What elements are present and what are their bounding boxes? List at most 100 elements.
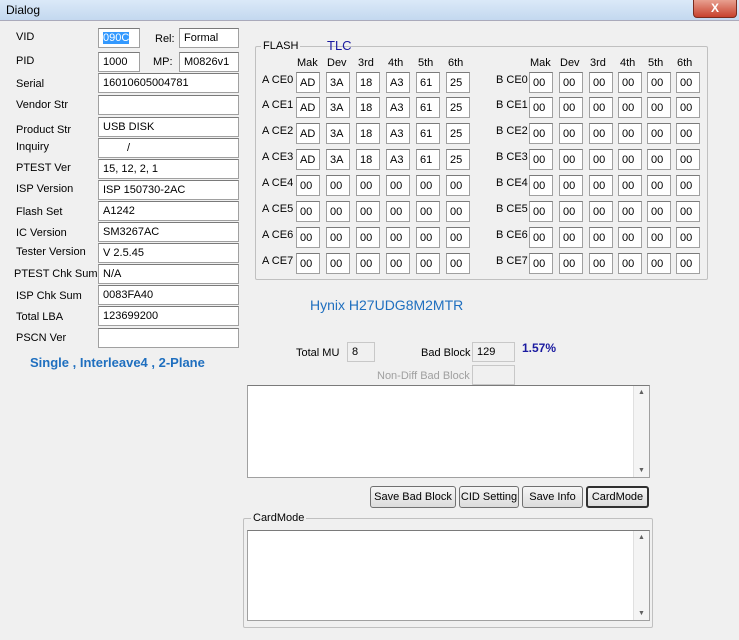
a-id-cell[interactable]: 00 (386, 253, 410, 274)
a-id-cell[interactable]: 00 (416, 201, 440, 222)
vendor-str-field[interactable] (98, 95, 239, 115)
b-id-cell[interactable]: 00 (589, 227, 613, 248)
b-id-cell[interactable]: 00 (589, 253, 613, 274)
scroll-down-icon[interactable]: ▼ (638, 610, 645, 617)
b-id-cell[interactable]: 00 (529, 123, 553, 144)
a-id-cell[interactable]: 00 (386, 201, 410, 222)
b-id-cell[interactable]: 00 (647, 123, 671, 144)
cardmode-textarea[interactable]: ▲ ▼ (247, 530, 650, 621)
b-id-cell[interactable]: 00 (529, 97, 553, 118)
a-id-cell[interactable]: AD (296, 123, 320, 144)
rel-field[interactable]: Formal (179, 28, 239, 48)
b-id-cell[interactable]: 00 (559, 253, 583, 274)
b-id-cell[interactable]: 00 (529, 201, 553, 222)
b-id-cell[interactable]: 00 (589, 72, 613, 93)
b-id-cell[interactable]: 00 (676, 227, 700, 248)
a-id-cell[interactable]: 00 (446, 175, 470, 196)
b-id-cell[interactable]: 00 (559, 123, 583, 144)
a-id-cell[interactable]: 61 (416, 97, 440, 118)
a-id-cell[interactable]: 18 (356, 72, 380, 93)
a-id-cell[interactable]: 00 (446, 253, 470, 274)
b-id-cell[interactable]: 00 (559, 149, 583, 170)
scroll-down-icon[interactable]: ▼ (638, 467, 645, 474)
a-id-cell[interactable]: 18 (356, 149, 380, 170)
b-id-cell[interactable]: 00 (559, 175, 583, 196)
a-id-cell[interactable]: 00 (326, 253, 350, 274)
a-id-cell[interactable]: 00 (326, 175, 350, 196)
isp-chk-sum-field[interactable]: 0083FA40 (98, 285, 239, 305)
a-id-cell[interactable]: A3 (386, 97, 410, 118)
a-id-cell[interactable]: 18 (356, 97, 380, 118)
b-id-cell[interactable]: 00 (618, 97, 642, 118)
a-id-cell[interactable]: 3A (326, 72, 350, 93)
tester-version-field[interactable]: V 2.5.45 (98, 243, 239, 263)
a-id-cell[interactable]: 18 (356, 123, 380, 144)
a-id-cell[interactable]: 61 (416, 149, 440, 170)
b-id-cell[interactable]: 00 (676, 97, 700, 118)
b-id-cell[interactable]: 00 (529, 72, 553, 93)
a-id-cell[interactable]: 25 (446, 149, 470, 170)
b-id-cell[interactable]: 00 (618, 123, 642, 144)
b-id-cell[interactable]: 00 (529, 227, 553, 248)
cid-setting-button[interactable]: CID Setting (459, 486, 519, 508)
pscn-ver-field[interactable] (98, 328, 239, 348)
a-id-cell[interactable]: 00 (356, 227, 380, 248)
b-id-cell[interactable]: 00 (589, 149, 613, 170)
cardmode-scrollbar[interactable]: ▲ ▼ (633, 531, 649, 620)
b-id-cell[interactable]: 00 (559, 97, 583, 118)
b-id-cell[interactable]: 00 (676, 201, 700, 222)
a-id-cell[interactable]: 25 (446, 97, 470, 118)
inquiry-field[interactable]: / (98, 138, 239, 158)
b-id-cell[interactable]: 00 (676, 253, 700, 274)
vid-field[interactable]: 090C (98, 28, 140, 48)
a-id-cell[interactable]: 00 (356, 201, 380, 222)
a-id-cell[interactable]: 3A (326, 123, 350, 144)
a-id-cell[interactable]: 25 (446, 123, 470, 144)
a-id-cell[interactable]: AD (296, 97, 320, 118)
b-id-cell[interactable]: 00 (647, 201, 671, 222)
b-id-cell[interactable]: 00 (559, 227, 583, 248)
b-id-cell[interactable]: 00 (647, 175, 671, 196)
a-id-cell[interactable]: 3A (326, 149, 350, 170)
b-id-cell[interactable]: 00 (647, 227, 671, 248)
a-id-cell[interactable]: AD (296, 149, 320, 170)
a-id-cell[interactable]: 00 (296, 253, 320, 274)
non-diff-bad-block-field[interactable] (472, 365, 515, 385)
b-id-cell[interactable]: 00 (529, 175, 553, 196)
b-id-cell[interactable]: 00 (589, 123, 613, 144)
a-id-cell[interactable]: 00 (296, 201, 320, 222)
a-id-cell[interactable]: 00 (446, 227, 470, 248)
b-id-cell[interactable]: 00 (589, 175, 613, 196)
bad-block-field[interactable]: 129 (472, 342, 515, 362)
ptest-ver-field[interactable]: 15, 12, 2, 1 (98, 159, 239, 179)
b-id-cell[interactable]: 00 (647, 97, 671, 118)
log-scrollbar[interactable]: ▲ ▼ (633, 386, 649, 477)
b-id-cell[interactable]: 00 (559, 201, 583, 222)
a-id-cell[interactable]: 00 (356, 175, 380, 196)
isp-version-field[interactable]: ISP 150730-2AC (98, 180, 239, 200)
a-id-cell[interactable]: A3 (386, 123, 410, 144)
scroll-up-icon[interactable]: ▲ (638, 389, 645, 396)
serial-field[interactable]: 16010605004781 (98, 73, 239, 93)
log-textarea[interactable]: ▲ ▼ (247, 385, 650, 478)
save-info-button[interactable]: Save Info (522, 486, 583, 508)
scroll-up-icon[interactable]: ▲ (638, 534, 645, 541)
save-bad-block-button[interactable]: Save Bad Block (370, 486, 456, 508)
a-id-cell[interactable]: 25 (446, 72, 470, 93)
a-id-cell[interactable]: 61 (416, 123, 440, 144)
a-id-cell[interactable]: 00 (446, 201, 470, 222)
ic-version-field[interactable]: SM3267AC (98, 222, 239, 242)
cardmode-button[interactable]: CardMode (586, 486, 649, 508)
b-id-cell[interactable]: 00 (676, 175, 700, 196)
b-id-cell[interactable]: 00 (618, 72, 642, 93)
total-mu-field[interactable]: 8 (347, 342, 375, 362)
a-id-cell[interactable]: 00 (326, 201, 350, 222)
b-id-cell[interactable]: 00 (618, 227, 642, 248)
b-id-cell[interactable]: 00 (676, 149, 700, 170)
product-str-field[interactable]: USB DISK (98, 117, 239, 137)
b-id-cell[interactable]: 00 (618, 253, 642, 274)
b-id-cell[interactable]: 00 (676, 123, 700, 144)
a-id-cell[interactable]: 00 (386, 175, 410, 196)
b-id-cell[interactable]: 00 (647, 149, 671, 170)
a-id-cell[interactable]: 00 (416, 175, 440, 196)
